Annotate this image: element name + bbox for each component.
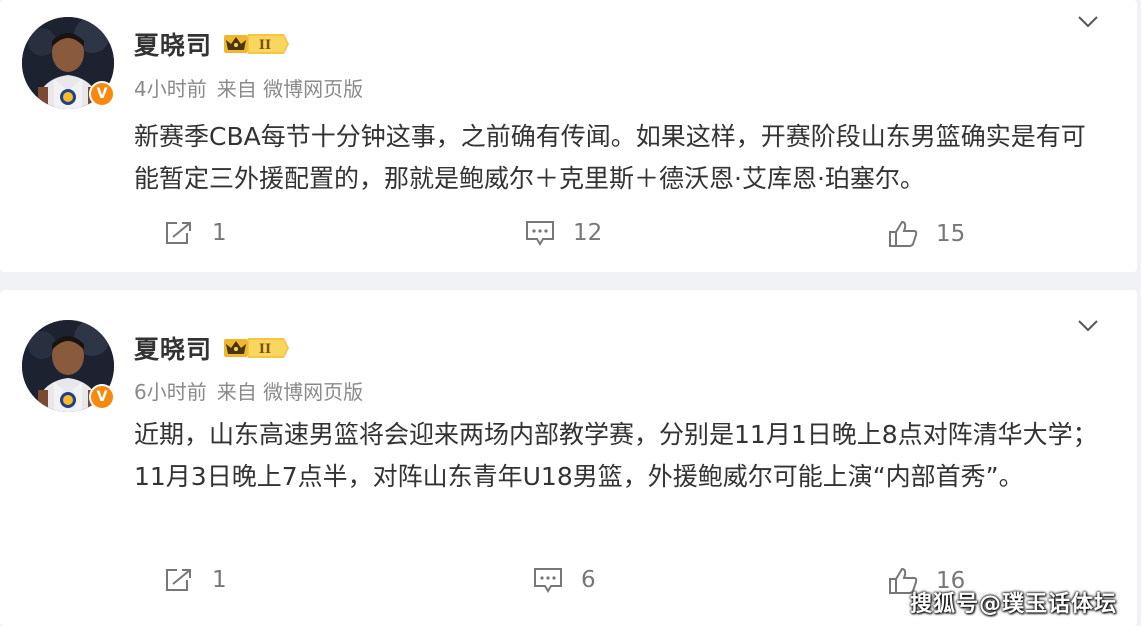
thumbs-up-icon: [889, 220, 918, 247]
repost-count: 1: [212, 567, 227, 593]
post-text: 新赛季CBA每节十分钟这事，之前确有传闻。如果这样，开赛阶段山东男篮确实是有可能…: [134, 122, 1086, 193]
svg-text:II: II: [259, 342, 271, 357]
post-meta: 6小时前 来自 微博网页版: [134, 376, 373, 405]
like-button[interactable]: 15: [888, 220, 965, 248]
level-badge-icon[interactable]: II: [222, 31, 290, 57]
username[interactable]: 夏晓司: [134, 330, 212, 366]
comment-button[interactable]: 6: [533, 567, 596, 593]
post-meta: 4小时前 来自 微博网页版: [134, 73, 373, 102]
post-time[interactable]: 6小时前: [134, 380, 207, 404]
repost-button[interactable]: 1: [164, 567, 227, 593]
username[interactable]: 夏晓司: [134, 26, 212, 62]
level-badge-icon[interactable]: II: [222, 335, 290, 361]
verified-badge-icon: V: [89, 81, 115, 107]
repost-count: 1: [212, 220, 227, 246]
repost-icon: [166, 569, 191, 591]
svg-text:II: II: [259, 38, 271, 53]
repost-button[interactable]: 1: [164, 220, 227, 246]
weibo-feed: V 夏晓司 II 4小时前 来自 微博网页版 新赛季CBA每节十分钟这事，之前确有…: [0, 0, 1141, 626]
comment-icon: [526, 221, 554, 246]
post-card: V 夏晓司 II 4小时前 来自 微博网页版 新赛季CBA每节十分钟这事，之前确有…: [0, 0, 1137, 272]
comment-count: 6: [581, 567, 596, 593]
chevron-down-icon[interactable]: [1077, 318, 1099, 334]
repost-icon: [166, 222, 191, 244]
post-source: 来自 微博网页版: [216, 77, 364, 101]
post-card: V 夏晓司 II 6小时前 来自 微博网页版 近期，山东高速男篮将会迎来两场内部教…: [0, 290, 1137, 626]
comment-count: 12: [573, 220, 603, 246]
like-count: 15: [936, 221, 966, 247]
post-text: 近期，山东高速男篮将会迎来两场内部教学赛，分别是11月1日晚上8点对阵清华大学；…: [134, 420, 1098, 491]
comment-button[interactable]: 12: [525, 220, 602, 246]
watermark: 搜狐号@璞玉话体坛: [909, 592, 1117, 617]
chevron-down-icon[interactable]: [1077, 14, 1099, 30]
post-time[interactable]: 4小时前: [134, 77, 207, 101]
verified-badge-icon: V: [89, 384, 115, 410]
post-source: 来自 微博网页版: [216, 380, 364, 404]
comment-icon: [534, 568, 562, 593]
